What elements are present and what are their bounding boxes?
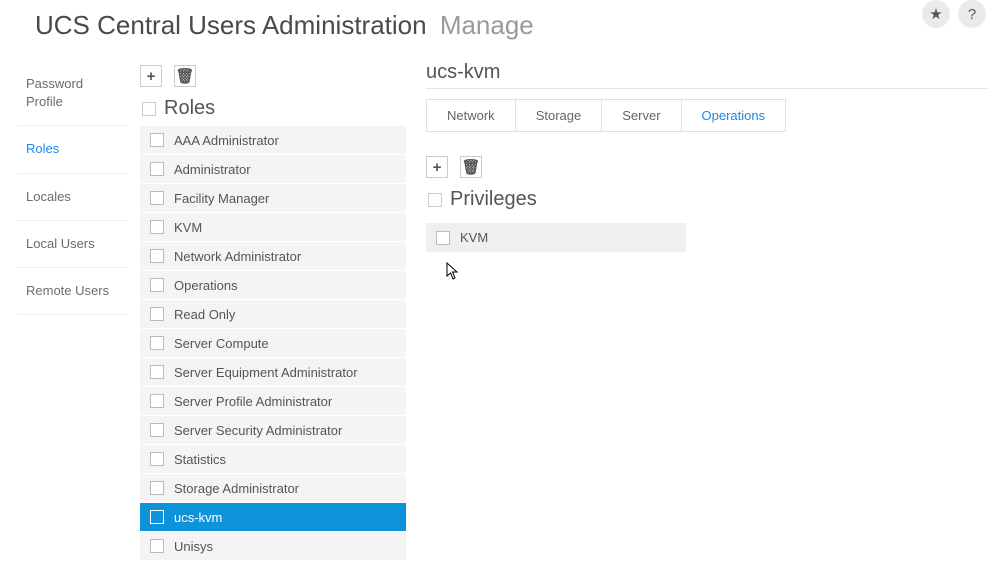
role-checkbox[interactable]: [150, 220, 164, 234]
role-item[interactable]: Server Security Administrator: [140, 416, 406, 445]
roles-title-row: Roles: [140, 91, 406, 126]
role-label: Server Profile Administrator: [174, 394, 332, 409]
role-label: Storage Administrator: [174, 481, 299, 496]
tab-server[interactable]: Server: [602, 100, 681, 131]
page-title: UCS Central Users Administration: [35, 10, 427, 40]
roles-toolbar: + 🗑: [140, 61, 406, 91]
detail-title: ucs-kvm: [426, 61, 988, 89]
delete-role-button[interactable]: 🗑: [174, 65, 196, 87]
page-subtitle: Manage: [440, 10, 534, 40]
sidebar-item-roles[interactable]: Roles: [18, 126, 128, 173]
role-label: Administrator: [174, 162, 251, 177]
roles-title: Roles: [164, 97, 215, 120]
sidebar-item-label: Locales: [26, 189, 71, 204]
trash-icon: 🗑: [461, 158, 480, 176]
plus-icon: +: [433, 159, 442, 176]
detail-tabs: NetworkStorageServerOperations: [426, 99, 786, 132]
add-role-button[interactable]: +: [140, 65, 162, 87]
role-label: Server Compute: [174, 336, 269, 351]
role-label: KVM: [174, 220, 202, 235]
tab-network[interactable]: Network: [427, 100, 516, 131]
sidebar-item-local-users[interactable]: Local Users: [18, 221, 128, 268]
plus-icon: +: [147, 68, 156, 85]
star-icon: ★: [929, 5, 942, 23]
page-header: UCS Central Users Administration Manage: [0, 0, 998, 61]
privileges-title: Privileges: [450, 188, 537, 211]
role-item[interactable]: Server Compute: [140, 329, 406, 358]
role-label: Facility Manager: [174, 191, 269, 206]
sidebar-item-locales[interactable]: Locales: [18, 174, 128, 221]
privileges-select-all-checkbox[interactable]: [428, 193, 442, 207]
role-item[interactable]: Storage Administrator: [140, 474, 406, 503]
role-checkbox[interactable]: [150, 452, 164, 466]
privileges-toolbar: + 🗑: [426, 152, 988, 182]
role-item[interactable]: Read Only: [140, 300, 406, 329]
role-item[interactable]: Server Profile Administrator: [140, 387, 406, 416]
delete-privilege-button[interactable]: 🗑: [460, 156, 482, 178]
role-label: Statistics: [174, 452, 226, 467]
role-checkbox[interactable]: [150, 133, 164, 147]
privilege-checkbox[interactable]: [436, 231, 450, 245]
sidebar-item-remote-users[interactable]: Remote Users: [18, 268, 128, 315]
role-checkbox[interactable]: [150, 336, 164, 350]
role-item[interactable]: Network Administrator: [140, 242, 406, 271]
help-icon: ?: [968, 6, 976, 23]
role-item[interactable]: Facility Manager: [140, 184, 406, 213]
role-item[interactable]: Administrator: [140, 155, 406, 184]
privilege-item[interactable]: KVM: [426, 223, 686, 252]
sidebar-item-password-profile[interactable]: Password Profile: [18, 61, 128, 126]
role-checkbox[interactable]: [150, 423, 164, 437]
role-checkbox[interactable]: [150, 365, 164, 379]
detail-panel: ucs-kvm NetworkStorageServerOperations +…: [426, 61, 998, 561]
trash-icon: 🗑: [175, 67, 194, 85]
role-checkbox[interactable]: [150, 249, 164, 263]
tab-storage[interactable]: Storage: [516, 100, 603, 131]
roles-panel: + 🗑 Roles AAA Administrator Administrator…: [140, 61, 406, 561]
role-label: Network Administrator: [174, 249, 301, 264]
sidebar: Password Profile Roles Locales Local Users R…: [18, 61, 128, 561]
role-checkbox[interactable]: [150, 307, 164, 321]
sidebar-item-label: Roles: [26, 141, 59, 156]
sidebar-item-label: Password Profile: [26, 76, 83, 109]
roles-list: AAA Administrator Administrator Facility M…: [140, 126, 406, 561]
sidebar-item-label: Remote Users: [26, 283, 109, 298]
role-checkbox[interactable]: [150, 394, 164, 408]
role-checkbox[interactable]: [150, 162, 164, 176]
favorite-button[interactable]: ★: [922, 0, 950, 28]
add-privilege-button[interactable]: +: [426, 156, 448, 178]
role-label: AAA Administrator: [174, 133, 279, 148]
role-item[interactable]: AAA Administrator: [140, 126, 406, 155]
tab-operations[interactable]: Operations: [682, 100, 786, 131]
role-checkbox[interactable]: [150, 510, 164, 524]
role-item[interactable]: KVM: [140, 213, 406, 242]
role-checkbox[interactable]: [150, 278, 164, 292]
role-label: Server Equipment Administrator: [174, 365, 358, 380]
role-label: Server Security Administrator: [174, 423, 342, 438]
role-checkbox[interactable]: [150, 191, 164, 205]
roles-select-all-checkbox[interactable]: [142, 102, 156, 116]
help-button[interactable]: ?: [958, 0, 986, 28]
role-label: Unisys: [174, 539, 213, 554]
role-item[interactable]: Statistics: [140, 445, 406, 474]
role-item[interactable]: Operations: [140, 271, 406, 300]
sidebar-item-label: Local Users: [26, 236, 95, 251]
role-item[interactable]: ucs-kvm: [140, 503, 406, 532]
privileges-title-row: Privileges: [426, 182, 988, 217]
role-label: Read Only: [174, 307, 235, 322]
role-checkbox[interactable]: [150, 539, 164, 553]
role-item[interactable]: Server Equipment Administrator: [140, 358, 406, 387]
privileges-list: KVM: [426, 223, 988, 252]
role-checkbox[interactable]: [150, 481, 164, 495]
role-label: Operations: [174, 278, 238, 293]
privilege-label: KVM: [460, 230, 488, 245]
role-label: ucs-kvm: [174, 510, 222, 525]
